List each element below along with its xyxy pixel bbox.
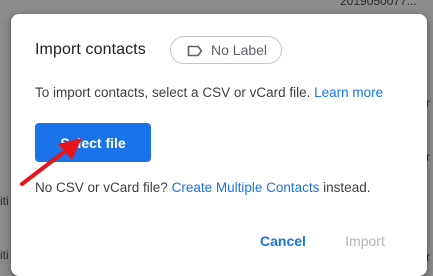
alternative-suffix: instead. [323, 180, 371, 195]
create-multiple-contacts-link[interactable]: Create Multiple Contacts [172, 180, 320, 195]
learn-more-link[interactable]: Learn more [314, 85, 383, 100]
background-text-fragment: iti [0, 194, 9, 208]
background-text-fragment: 2019050077... [340, 0, 417, 8]
label-chip-text: No Label [211, 42, 268, 58]
import-contacts-dialog: Import contacts No Label To import conta… [11, 14, 427, 276]
alternative-text: No CSV or vCard file? Create Multiple Co… [35, 180, 370, 195]
cancel-button[interactable]: Cancel [251, 227, 315, 255]
dialog-title: Import contacts [35, 41, 146, 58]
alternative-prefix: No CSV or vCard file? [35, 180, 168, 195]
import-button: Import [345, 233, 385, 249]
label-icon [187, 44, 203, 57]
select-file-button[interactable]: Select file [35, 123, 151, 162]
description-text: To import contacts, select a CSV or vCar… [35, 85, 311, 100]
dialog-description: To import contacts, select a CSV or vCar… [35, 85, 383, 100]
label-chip[interactable]: No Label [170, 36, 282, 64]
background-text-fragment: iti [0, 248, 9, 262]
